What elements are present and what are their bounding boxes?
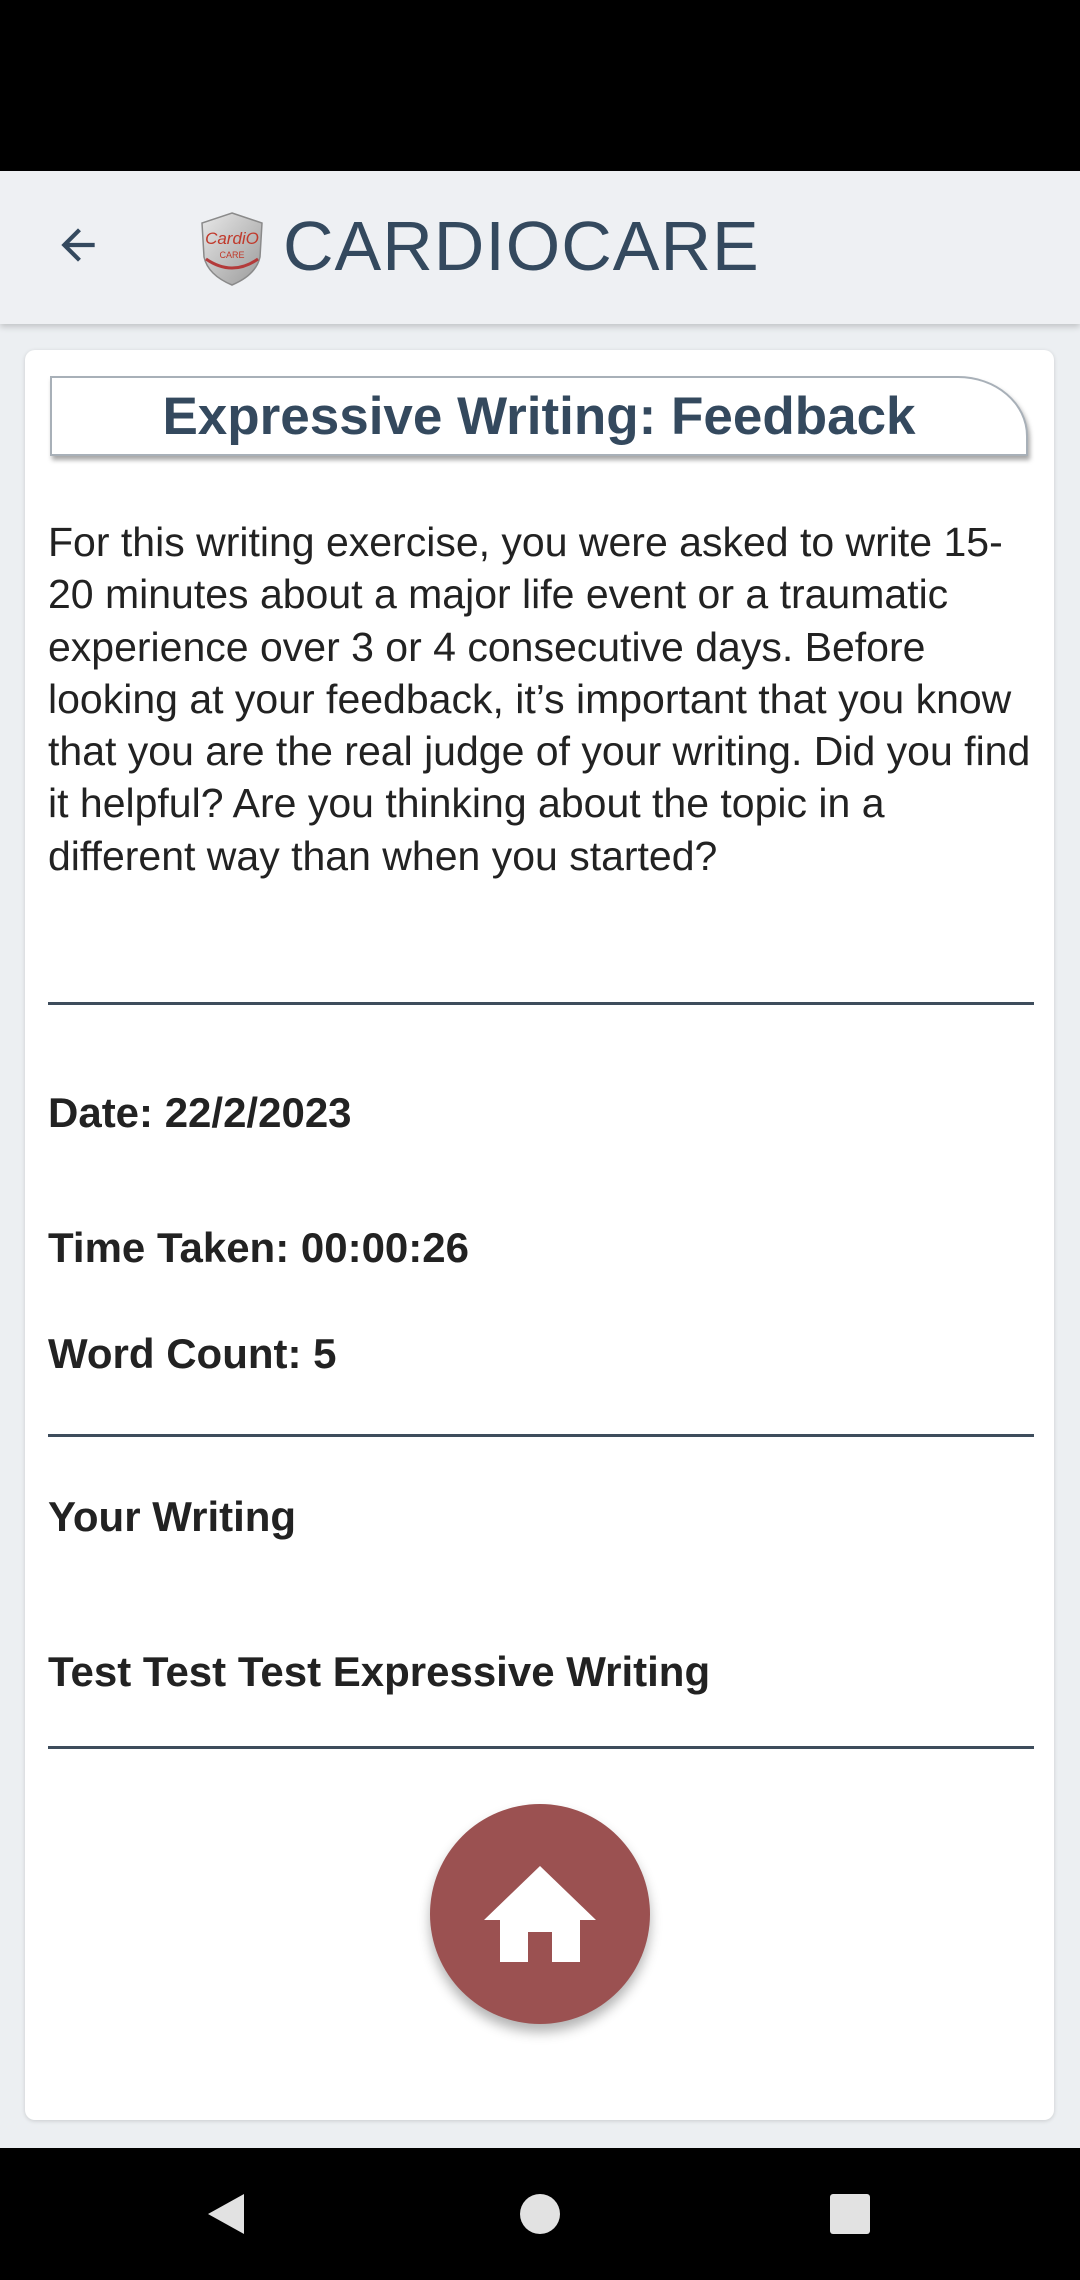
home-button[interactable] [430,1804,650,2024]
divider [48,1002,1034,1005]
system-recents-button[interactable] [790,2148,910,2280]
system-navigation-bar [0,2148,1080,2280]
your-writing-heading: Your Writing [48,1493,297,1540]
home-circle-icon [520,2194,560,2234]
system-back-button[interactable] [166,2148,286,2280]
divider [48,1746,1034,1749]
arrow-left-icon [61,228,95,262]
status-bar [0,0,1080,171]
home-icon [484,1866,596,1962]
time-taken-label: Time Taken: 00:00:26 [48,1224,469,1271]
cardiocare-logo: CardiO CARE [201,212,263,286]
feedback-title-box: Expressive Writing: Feedback [50,376,1028,456]
intro-paragraph: For this writing exercise, you were aske… [48,519,1031,879]
date-label: Date: 22/2/2023 [48,1089,352,1136]
app-bar: CardiO CARE CARDIOCARE [0,171,1080,324]
back-button[interactable] [40,207,116,283]
recents-square-icon [830,2194,870,2234]
writing-text: Test Test Test Expressive Writing [48,1648,711,1695]
logo-text-line1: CardiO [205,229,259,248]
system-home-button[interactable] [480,2148,600,2280]
app-title: CARDIOCARE [283,207,760,285]
logo-text-line2: CARE [219,250,244,260]
feedback-title: Expressive Writing: Feedback [162,386,916,446]
word-count-label: Word Count: 5 [48,1330,337,1377]
divider [48,1434,1034,1437]
back-triangle-icon [208,2194,244,2234]
